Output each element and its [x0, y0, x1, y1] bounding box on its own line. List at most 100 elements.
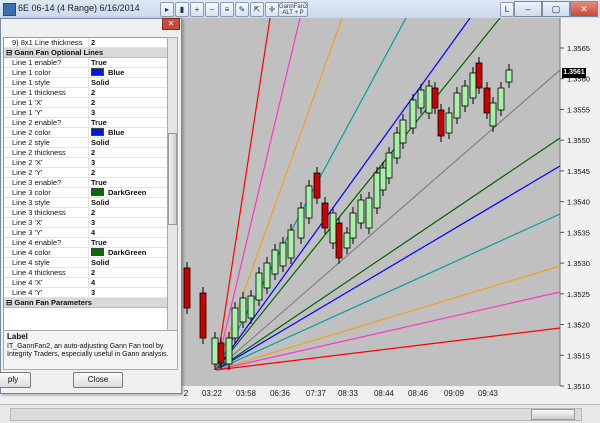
- property-value[interactable]: DarkGreen: [88, 188, 168, 198]
- candle: [453, 92, 461, 119]
- cursor-icon[interactable]: ⇱: [250, 2, 264, 17]
- property-value-text: 3: [91, 158, 96, 167]
- property-value[interactable]: 2: [88, 98, 168, 108]
- property-value[interactable]: DarkGreen: [88, 248, 168, 258]
- toolbar-l-button[interactable]: L: [500, 2, 514, 17]
- property-row[interactable]: Line 3 style Solid: [4, 198, 168, 208]
- property-row[interactable]: 9) 8x1 Line thickness 2: [4, 38, 168, 48]
- close-icon[interactable]: ✕: [570, 1, 598, 17]
- property-name: Line 2 style: [12, 138, 50, 147]
- property-row[interactable]: Line 4 thickness 2: [4, 268, 168, 278]
- candle: [329, 212, 337, 244]
- price-label: 1.3530: [567, 259, 590, 268]
- property-grid: 9) 8x1 Line thickness 2 ⊟ Gann Fan Optiona…: [3, 37, 169, 331]
- property-row[interactable]: Line 1 'X' 2: [4, 98, 168, 108]
- zoom-in-icon[interactable]: +: [190, 2, 204, 17]
- property-row[interactable]: Line 3 'Y' 4: [4, 228, 168, 238]
- property-value-text: True: [91, 118, 107, 127]
- property-row[interactable]: Line 4 style Solid: [4, 258, 168, 268]
- arrow-icon[interactable]: ▸: [160, 2, 174, 17]
- property-value[interactable]: Solid: [88, 138, 168, 148]
- property-value-text: Solid: [91, 198, 110, 207]
- property-row[interactable]: Line 1 thickness 2: [4, 88, 168, 98]
- candle: [379, 167, 387, 191]
- property-value[interactable]: 3: [88, 288, 168, 298]
- candle: [271, 249, 279, 275]
- property-value[interactable]: Blue: [88, 68, 168, 78]
- property-value[interactable]: True: [88, 118, 168, 128]
- property-name: Line 4 color: [12, 248, 51, 257]
- property-value[interactable]: 2: [88, 168, 168, 178]
- property-row[interactable]: Line 3 thickness 2: [4, 208, 168, 218]
- property-value[interactable]: 4: [88, 228, 168, 238]
- window-title-bar: 6E 06-14 (4 Range) 6/16/2014 GannFan2 AL…: [0, 0, 600, 19]
- candle: [483, 87, 491, 114]
- candle: [297, 207, 305, 239]
- property-row[interactable]: Line 2 thickness 2: [4, 148, 168, 158]
- property-grid-scroll-thumb[interactable]: [168, 133, 177, 225]
- property-name: Line 3 enable?: [12, 178, 62, 187]
- property-value[interactable]: 2: [88, 148, 168, 158]
- property-value[interactable]: 3: [88, 108, 168, 118]
- property-value[interactable]: 4: [88, 278, 168, 288]
- dialog-close-icon[interactable]: ✕: [162, 18, 180, 30]
- property-name: 9) 8x1 Line thickness: [12, 38, 83, 47]
- candle: [279, 242, 287, 267]
- bars-icon[interactable]: ▮: [175, 2, 189, 17]
- property-row[interactable]: Line 1 style Solid: [4, 78, 168, 88]
- property-value[interactable]: 3: [88, 218, 168, 228]
- property-row[interactable]: Line 3 color DarkGreen: [4, 188, 168, 198]
- property-value-text: 2: [91, 208, 96, 217]
- gann-fan-badge[interactable]: GannFan2 ALT + P: [278, 2, 308, 17]
- property-row[interactable]: Line 2 'X' 3: [4, 158, 168, 168]
- property-value[interactable]: 3: [88, 158, 168, 168]
- scroll-thumb[interactable]: [531, 409, 575, 420]
- property-value[interactable]: Blue: [88, 128, 168, 138]
- property-value-text: 3: [91, 288, 96, 297]
- candle: [445, 112, 453, 134]
- property-row[interactable]: Line 2 color Blue: [4, 128, 168, 138]
- property-value[interactable]: 2: [88, 268, 168, 278]
- property-row[interactable]: Line 2 'Y' 2: [4, 168, 168, 178]
- property-row[interactable]: Line 4 color DarkGreen: [4, 248, 168, 258]
- property-value[interactable]: Solid: [88, 258, 168, 268]
- property-row[interactable]: Line 3 enable? True: [4, 178, 168, 188]
- property-value[interactable]: Solid: [88, 78, 168, 88]
- property-category[interactable]: ⊟ Gann Fan Optional Lines: [4, 48, 168, 58]
- property-row[interactable]: Line 1 'Y' 3: [4, 108, 168, 118]
- property-value[interactable]: 2: [88, 88, 168, 98]
- property-row[interactable]: Line 2 enable? True: [4, 118, 168, 128]
- property-row[interactable]: Line 1 color Blue: [4, 68, 168, 78]
- property-value-text: 4: [91, 228, 96, 237]
- drawing-icon[interactable]: ✎: [235, 2, 249, 17]
- apply-button[interactable]: ply: [0, 372, 31, 388]
- property-row[interactable]: Line 4 enable? True: [4, 238, 168, 248]
- time-label: 2: [183, 389, 189, 398]
- color-swatch: [91, 68, 104, 76]
- property-value[interactable]: True: [88, 178, 168, 188]
- candle: [199, 292, 207, 339]
- property-value[interactable]: True: [88, 58, 168, 68]
- property-value[interactable]: True: [88, 238, 168, 248]
- property-row[interactable]: Line 1 enable? True: [4, 58, 168, 68]
- scroll-track[interactable]: [10, 408, 582, 421]
- property-grid-scrollbar[interactable]: [167, 37, 178, 331]
- property-category[interactable]: ⊟ Gann Fan Parameters: [4, 298, 168, 308]
- property-row[interactable]: Line 3 'X' 3: [4, 218, 168, 228]
- property-row[interactable]: Line 4 'Y' 3: [4, 288, 168, 298]
- crosshair-icon[interactable]: ✛: [265, 2, 279, 17]
- zoom-out-icon[interactable]: −: [205, 2, 219, 17]
- candle: [343, 232, 351, 249]
- property-name: Line 2 'Y': [12, 168, 43, 177]
- properties-icon[interactable]: ≡: [220, 2, 234, 17]
- description-title: Label: [7, 332, 28, 341]
- minimize-icon[interactable]: –: [514, 1, 542, 17]
- candle: [365, 197, 373, 229]
- close-button[interactable]: Close: [73, 372, 123, 388]
- maximize-icon[interactable]: ▢: [542, 1, 570, 17]
- property-value[interactable]: 2: [88, 38, 168, 48]
- property-value[interactable]: 2: [88, 208, 168, 218]
- property-row[interactable]: Line 4 'X' 4: [4, 278, 168, 288]
- property-value[interactable]: Solid: [88, 198, 168, 208]
- property-row[interactable]: Line 2 style Solid: [4, 138, 168, 148]
